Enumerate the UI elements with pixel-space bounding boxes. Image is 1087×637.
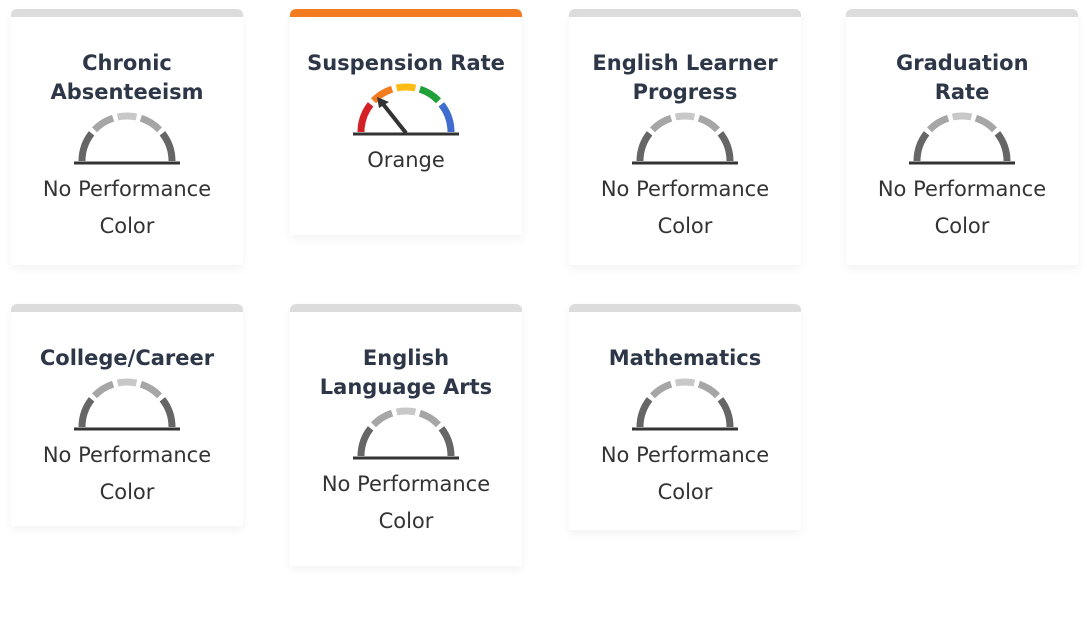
gauge-needle	[381, 102, 408, 135]
indicator-title: Mathematics	[608, 346, 762, 370]
no-color-gauge-icon	[353, 407, 459, 460]
indicator-card-suspension-rate[interactable]: Suspension Rate Orange	[290, 9, 522, 235]
no-color-gauge-icon	[632, 378, 738, 431]
performance-status: No Performance Color	[877, 177, 1047, 238]
orange-gauge-icon	[353, 83, 459, 136]
indicator-title: English Language Arts	[319, 346, 493, 399]
indicator-card-english-learner-progress[interactable]: English Learner Progress No Performance …	[569, 9, 801, 265]
no-color-gauge-icon	[74, 378, 180, 431]
no-color-gauge-icon	[632, 112, 738, 165]
indicator-card-graduation-rate[interactable]: Graduation Rate No Performance Color	[846, 9, 1078, 265]
indicator-card-mathematics[interactable]: Mathematics No Performance Color	[569, 304, 801, 530]
performance-status: No Performance Color	[42, 443, 212, 504]
performance-status: No Performance Color	[42, 177, 212, 238]
indicator-title: Graduation Rate	[896, 51, 1029, 104]
indicator-card-chronic-absenteeism[interactable]: Chronic Absenteeism No Performance Color	[11, 9, 243, 265]
performance-status: No Performance Color	[600, 177, 770, 238]
no-color-gauge-icon	[909, 112, 1015, 165]
no-color-gauge-icon	[74, 112, 180, 165]
indicator-title: Suspension Rate	[307, 51, 505, 75]
indicator-card-college-career[interactable]: College/Career No Performance Color	[11, 304, 243, 526]
performance-status: Orange	[367, 148, 445, 172]
indicator-card-english-language-arts[interactable]: English Language Arts No Performance Col…	[290, 304, 522, 566]
performance-status: No Performance Color	[321, 472, 491, 533]
indicator-title: College/Career	[39, 346, 215, 370]
indicator-title: Chronic Absenteeism	[50, 51, 204, 104]
performance-status: No Performance Color	[600, 443, 770, 504]
indicator-title: English Learner Progress	[592, 51, 778, 104]
